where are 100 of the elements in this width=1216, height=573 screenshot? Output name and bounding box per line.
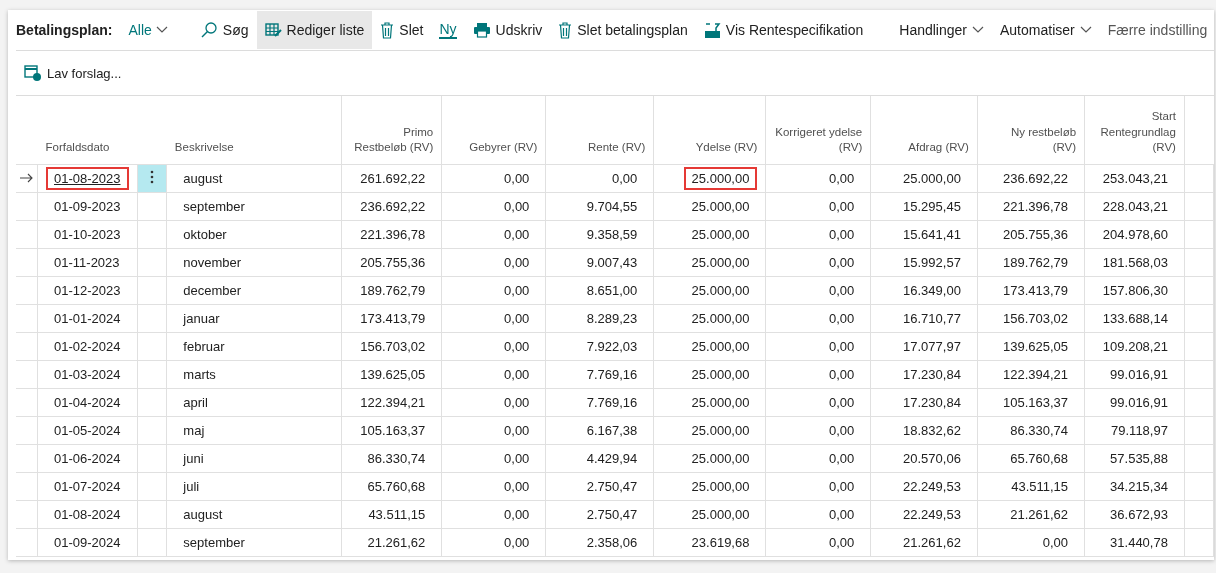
table-cell-text: juli: [182, 478, 201, 496]
column-header: Afdrag (RV): [908, 141, 969, 154]
table-cell-text: 109.208,21: [1101, 338, 1169, 356]
table-cell-text: 43.511,15: [1010, 478, 1070, 496]
toolbar-button[interactable]: Vis Rentespecifikation: [695, 11, 872, 49]
table-cell-text: 31.440,78: [1109, 534, 1169, 552]
table-cell-text: december: [182, 282, 243, 300]
toolbar-button[interactable]: Søg: [191, 11, 257, 49]
table-cell-text: 8.651,00: [585, 282, 639, 300]
table-cell-text: 34.215,34: [1109, 478, 1169, 496]
table-cell-text: 25.000,00: [690, 422, 751, 440]
table-cell-text: 6.167,38: [585, 422, 639, 440]
table-cell-text: 25.000,00: [690, 282, 751, 300]
trash-icon: [558, 21, 573, 39]
table-cell-text: 4.429,94: [585, 450, 639, 468]
table-cell-text: 157.806,30: [1101, 282, 1169, 300]
table-cell-text: 9.704,55: [585, 198, 639, 216]
column-header: Beskrivelse: [174, 141, 234, 154]
table-cell-text: 0,00: [503, 506, 531, 524]
chevron-down-icon: [155, 26, 168, 34]
table-cell-text: 17.230,84: [902, 366, 962, 384]
table-cell-text: august: [182, 170, 224, 188]
menu-button[interactable]: Automatiser: [992, 11, 1100, 49]
table-cell-text: 15.992,57: [902, 254, 962, 272]
toolbar-button[interactable]: Slet betalingsplan: [550, 11, 696, 49]
table-cell-text: 7.922,03: [585, 338, 639, 356]
table-cell-text: 9.007,43: [585, 254, 639, 272]
chevron-down-icon: [972, 26, 984, 34]
table-cell-text: 43.511,15: [367, 506, 427, 524]
toolbar-button[interactable]: Udskriv: [464, 11, 551, 49]
table-cell-text: 156.703,02: [1002, 310, 1070, 328]
table-cell-text: 0,00: [827, 198, 856, 216]
table-cell-text: 0,00: [827, 366, 856, 384]
table-cell-text: 25.000,00: [690, 506, 751, 524]
table-cell-text: 0,00: [503, 310, 531, 328]
table-cell-text: 2.358,06: [585, 534, 639, 552]
trash-icon: [380, 21, 395, 39]
table-cell-text: 18.832,62: [902, 422, 962, 440]
table-cell-text: 9.358,59: [585, 226, 639, 244]
table-cell-text: 23.619,68: [690, 534, 751, 552]
table-cell-text: april: [182, 394, 209, 412]
table-cell-text: 25.000,00: [690, 254, 751, 272]
table-cell-text: september: [182, 198, 246, 216]
table-cell-text: 236.692,22: [1002, 170, 1070, 188]
table-cell-text: 17.230,84: [902, 394, 962, 412]
table-cell-text: 8.289,23: [585, 310, 639, 328]
menu-button[interactable]: Færre indstilling: [1099, 11, 1214, 49]
table-cell-text: 0,00: [503, 534, 531, 552]
table-cell-text: 0,00: [827, 170, 856, 188]
table-cell-text: 0,00: [827, 226, 856, 244]
table-cell-text: 0,00: [827, 310, 856, 328]
table-cell-text: 204.978,60: [1101, 226, 1169, 244]
table-cell-text: 122.394,21: [359, 394, 427, 412]
table-cell-text: 0,00: [503, 198, 531, 216]
table-cell-text: 25.000,00: [690, 478, 751, 496]
table-cell-text: 86.330,74: [366, 450, 427, 468]
table-cell-text: 15.295,45: [902, 198, 962, 216]
filter-dropdown[interactable]: Alle: [124, 18, 172, 42]
column-header: Rente (RV): [587, 141, 646, 154]
menu-button[interactable]: Handlinger: [891, 11, 992, 49]
table-cell-text: 0,00: [827, 394, 856, 412]
table-cell-text: 0,00: [827, 506, 856, 524]
column-header: Ny restbeløb (RV): [1010, 125, 1077, 154]
table-cell-text: 25.000,00: [690, 310, 751, 328]
table-cell-text: 189.762,79: [359, 282, 427, 300]
toolbar-button[interactable]: Slet: [372, 11, 432, 49]
table-cell-text: 253.043,21: [1101, 170, 1169, 188]
table-cell-text: 0,00: [827, 422, 856, 440]
table-cell-text: 25.000,00: [690, 226, 751, 244]
table-cell-text: 221.396,78: [359, 226, 427, 244]
table-cell-text: 228.043,21: [1101, 198, 1169, 216]
page-title: Betalingsplan:: [16, 22, 113, 38]
toolbar-button[interactable]: Rediger liste: [256, 11, 373, 49]
column-header: Gebyrer (RV): [469, 141, 538, 154]
table-cell-text: 156.703,02: [359, 338, 427, 356]
table-cell-text: 25.000,00: [690, 198, 751, 216]
table-cell-text: 181.568,03: [1101, 254, 1169, 272]
table-cell-text: 25.000,00: [690, 366, 751, 384]
table-cell-text: 2.750,47: [585, 478, 639, 496]
more-options-icon[interactable]: [149, 170, 154, 184]
table-cell-text: 0,00: [503, 366, 531, 384]
new-button[interactable]: Ny: [431, 11, 465, 49]
table-cell-text: 122.394,21: [1002, 366, 1070, 384]
table-cell-text: 65.760,68: [366, 478, 427, 496]
table-cell-text: 105.163,37: [359, 422, 427, 440]
table-cell-text: 0,00: [503, 226, 531, 244]
table-cell-text: 99.016,91: [1109, 394, 1169, 412]
table-cell-text: 0,00: [1041, 534, 1070, 552]
table-cell-text: 21.261,62: [1009, 506, 1070, 524]
column-header: Forfaldsdato: [45, 141, 110, 154]
table-cell-text: 0,00: [503, 338, 531, 356]
column-header: Primo Restbeløb (RV): [354, 125, 434, 154]
suggest-button[interactable]: Lav forslag...: [16, 54, 130, 92]
table-cell-text: 65.760,68: [1009, 450, 1070, 468]
table-cell[interactable]: 01-08-2023: [46, 167, 129, 190]
table-cell-text: 173.413,79: [359, 310, 427, 328]
table-cell-text: 16.710,77: [902, 310, 962, 328]
table-cell-text: 0,00: [827, 282, 856, 300]
table-cell-text: 79.118,97: [1110, 422, 1169, 440]
table-cell-text: 139.625,05: [359, 366, 427, 384]
